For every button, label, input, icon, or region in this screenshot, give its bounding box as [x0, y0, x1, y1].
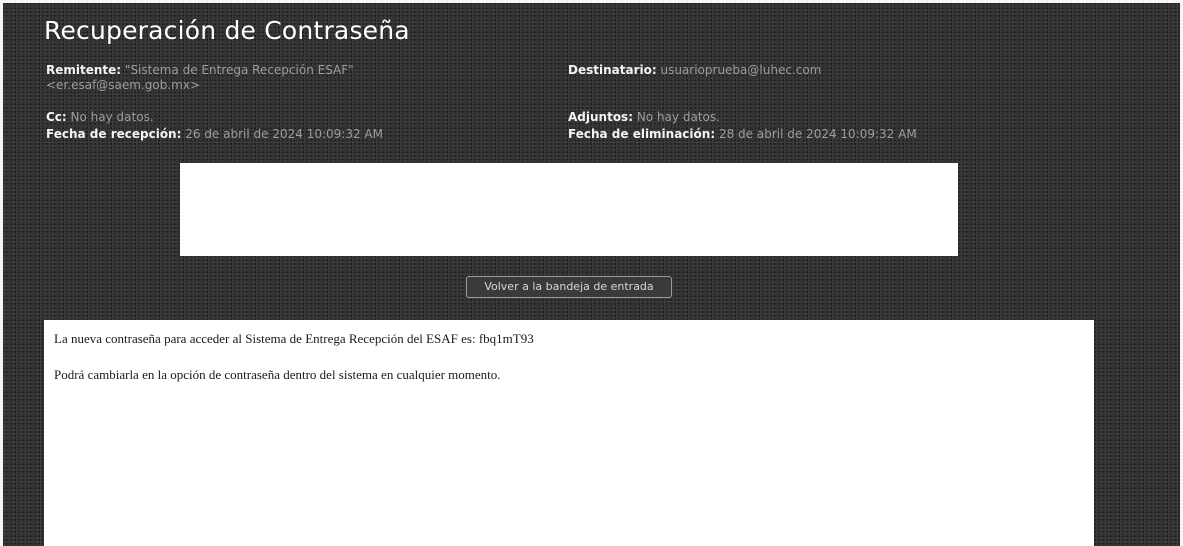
- back-to-inbox-button[interactable]: Volver a la bandeja de entrada: [466, 276, 672, 298]
- deletion-date: 28 de abril de 2024 10:09:32 AM: [718, 127, 917, 141]
- attachments-row: Adjuntos: No hay datos.: [568, 110, 1128, 125]
- message-line-change-info: Podrá cambiarla en la opción de contrase…: [54, 367, 501, 382]
- email-subject-title: Recuperación de Contraseña: [44, 16, 410, 45]
- message-line-password: La nueva contraseña para acceder al Sist…: [54, 331, 534, 346]
- cc-value: No hay datos.: [70, 110, 154, 124]
- received-row: Fecha de recepción: 26 de abril de 2024 …: [46, 127, 516, 142]
- recipient-value: usuarioprueba@luhec.com: [660, 63, 822, 77]
- header-image-placeholder: [180, 163, 958, 256]
- sender-name: "Sistema de Entrega Recepción ESAF": [124, 63, 354, 77]
- received-date: 26 de abril de 2024 10:09:32 AM: [185, 127, 383, 141]
- attachments-label: Adjuntos:: [568, 110, 633, 124]
- received-label: Fecha de recepción:: [46, 127, 182, 141]
- deletion-row: Fecha de eliminación: 28 de abril de 202…: [568, 127, 1128, 142]
- message-body: La nueva contraseña para acceder al Sist…: [44, 320, 1094, 546]
- sender-row: Remitente: "Sistema de Entrega Recepción…: [46, 63, 516, 93]
- recipient-row: Destinatario: usuarioprueba@luhec.com: [568, 63, 1128, 78]
- sender-label: Remitente:: [46, 63, 122, 77]
- deletion-label: Fecha de eliminación:: [568, 127, 716, 141]
- attachments-value: No hay datos.: [636, 110, 720, 124]
- recipient-label: Destinatario:: [568, 63, 657, 77]
- cc-label: Cc:: [46, 110, 67, 124]
- email-view: Recuperación de Contraseña Remitente: "S…: [0, 0, 1183, 546]
- sender-address: <er.esaf@saem.gob.mx>: [46, 78, 201, 92]
- cc-row: Cc: No hay datos.: [46, 110, 516, 125]
